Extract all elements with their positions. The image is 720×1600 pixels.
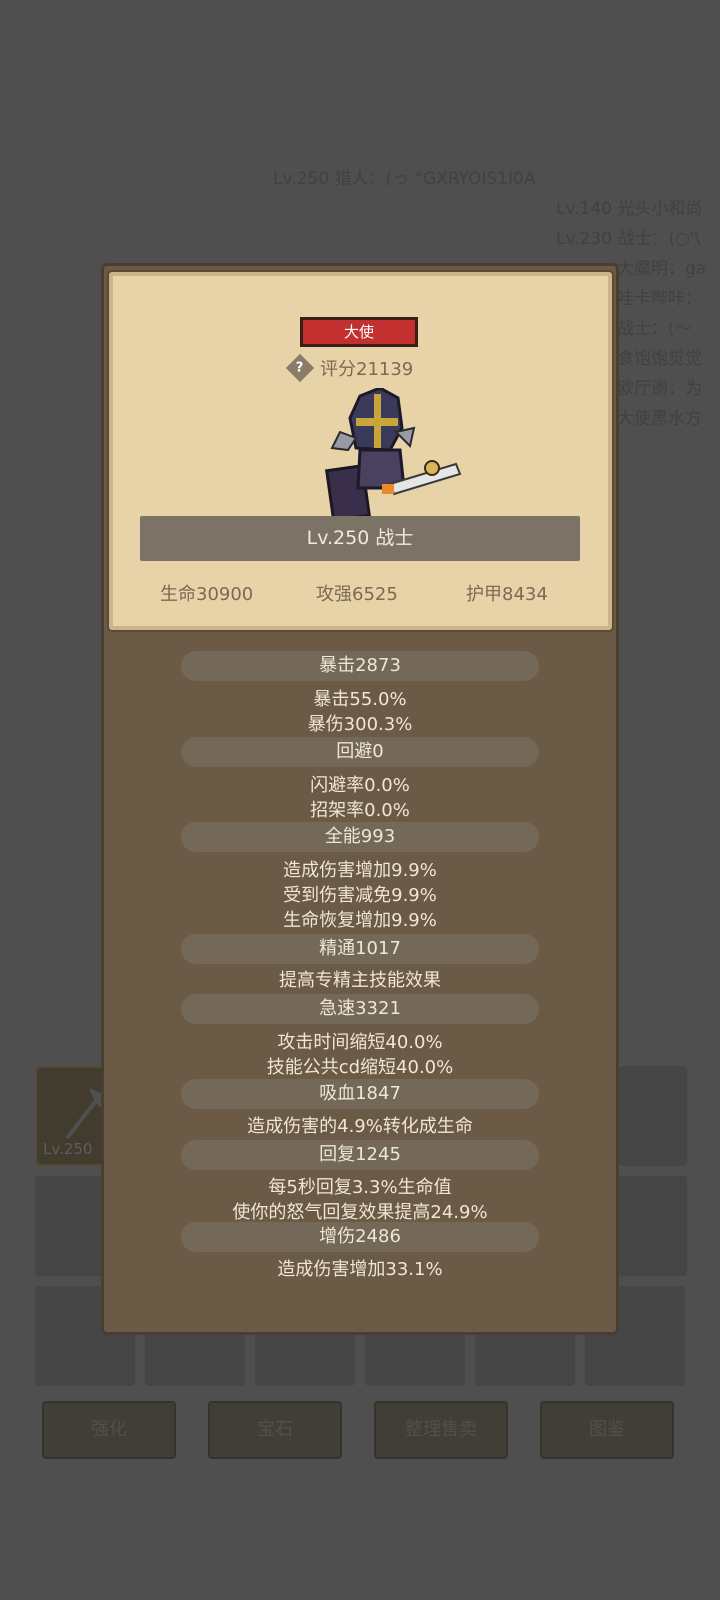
stat-line: 暴击55.0% xyxy=(313,689,407,710)
stat-header-versatility: 全能993 xyxy=(181,822,539,852)
stat-header-lifesteal: 吸血1847 xyxy=(181,1079,539,1109)
armor-stat: 护甲8434 xyxy=(466,584,548,605)
stat-header-avoid: 回避0 xyxy=(181,737,539,767)
hero-name-bar: Lv.250 战士 xyxy=(140,516,580,561)
warrior-portrait xyxy=(325,388,462,522)
stat-header-mastery: 精通1017 xyxy=(181,934,539,964)
help-icon[interactable]: ? xyxy=(285,353,315,383)
stat-line: 技能公共cd缩短40.0% xyxy=(266,1057,454,1078)
stat-line: 招架率0.0% xyxy=(310,800,410,821)
stat-line: 暴伤300.3% xyxy=(307,714,413,735)
stat-line: 生命恢复增加9.9% xyxy=(283,910,437,931)
stat-line: 造成伤害的4.9%转化成生命 xyxy=(247,1116,473,1137)
stat-header-crit: 暴击2873 xyxy=(181,651,539,681)
stat-header-regen: 回复1245 xyxy=(181,1140,539,1170)
stat-line: 每5秒回复3.3%生命值 xyxy=(268,1177,452,1198)
hp-stat: 生命30900 xyxy=(160,584,254,605)
stat-header-damage: 增伤2486 xyxy=(181,1222,539,1252)
attack-stat: 攻强6525 xyxy=(316,584,398,605)
stat-line: 造成伤害增加33.1% xyxy=(277,1259,443,1280)
stat-line: 提高专精主技能效果 xyxy=(279,970,441,991)
rank-badge: 大使 xyxy=(300,317,418,347)
stat-line: 闪避率0.0% xyxy=(310,775,410,796)
stat-line: 造成伤害增加9.9% xyxy=(283,860,437,881)
stat-line: 受到伤害减免9.9% xyxy=(283,885,437,906)
stat-header-haste: 急速3321 xyxy=(181,994,539,1024)
stat-line: 攻击时间缩短40.0% xyxy=(277,1032,443,1053)
score-text: 评分21139 xyxy=(320,359,414,380)
stat-line: 使你的怒气回复效果提高24.9% xyxy=(232,1202,488,1223)
score-row: ? 评分21139 xyxy=(285,353,414,383)
